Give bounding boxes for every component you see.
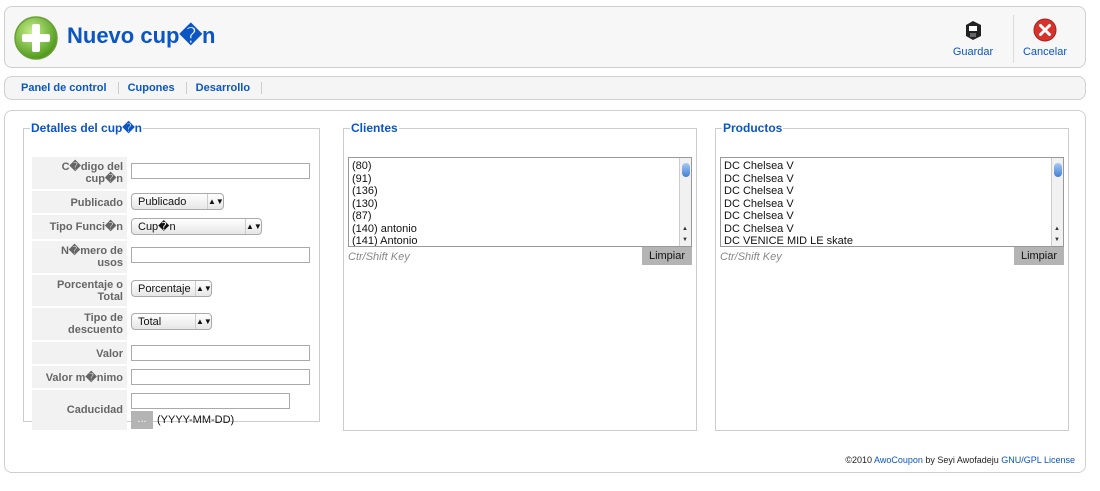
add-icon	[14, 16, 58, 60]
discount-type-select[interactable]: Total ▲▼	[131, 313, 212, 330]
expiry-label: Caducidad	[32, 390, 127, 430]
list-item[interactable]: DC Chelsea V	[724, 173, 1060, 186]
clients-fieldset: Clientes (80) (91) (136) (130) (87) (140…	[343, 121, 697, 431]
toolbar-divider	[1013, 15, 1014, 63]
list-item[interactable]: (140) antonio	[352, 223, 688, 236]
function-type-label: Tipo Funci�n	[32, 215, 127, 239]
clients-legend: Clientes	[351, 121, 398, 135]
cancel-icon	[1033, 18, 1057, 42]
discount-type-select-value: Total	[138, 315, 162, 328]
list-item[interactable]: (141) Antonio	[352, 235, 688, 246]
list-item[interactable]: DC Chelsea V	[724, 210, 1060, 223]
main-panel: Detalles del cup�n C�digo del cup�n Publ…	[4, 110, 1086, 473]
cancel-button[interactable]: Cancelar	[1019, 17, 1071, 58]
discount-type-label: Tipo de descuento	[32, 308, 127, 340]
list-item[interactable]: DC Chelsea V	[724, 185, 1060, 198]
submenu-control-panel[interactable]: Panel de control	[21, 82, 119, 94]
function-type-select-value: Cup�n	[138, 221, 176, 233]
list-item[interactable]: (87)	[352, 210, 688, 223]
select-arrows-icon: ▲▼	[207, 194, 224, 209]
page-title: Nuevo cup�n	[67, 23, 216, 48]
list-item[interactable]: DC Chelsea V	[724, 223, 1060, 236]
list-item[interactable]: (136)	[352, 185, 688, 198]
list-item[interactable]: (130)	[352, 198, 688, 211]
value-input[interactable]	[131, 345, 310, 361]
product-link[interactable]: AwoCoupon	[874, 455, 923, 465]
value-label: Valor	[32, 342, 127, 364]
list-item[interactable]: (91)	[352, 173, 688, 186]
coupon-details-fieldset: Detalles del cup�n C�digo del cup�n Publ…	[23, 121, 320, 430]
minimum-value-input[interactable]	[131, 369, 310, 385]
function-type-select[interactable]: Cup�n ▲▼	[131, 218, 262, 235]
percent-or-total-select-value: Porcentaje	[138, 282, 191, 295]
license-link[interactable]: GNU/GPL License	[1001, 455, 1075, 465]
scroll-down-icon[interactable]: ▼	[682, 234, 688, 246]
select-arrows-icon: ▲▼	[195, 281, 212, 296]
published-label: Publicado	[32, 191, 127, 213]
toolbar-header: Nuevo cup�n Guardar Cancelar	[4, 6, 1086, 68]
save-label: Guardar	[952, 46, 994, 58]
date-format-hint: (YYYY-MM-DD)	[157, 414, 235, 426]
number-of-uses-label: N�mero de usos	[32, 241, 127, 273]
details-legend: Detalles del cup�n	[31, 121, 142, 135]
list-item[interactable]: DC VENICE MID LE skate	[724, 235, 1060, 246]
footer-credits: ©2010 AwoCoupon by Seyi Awofadeju GNU/GP…	[845, 455, 1075, 465]
save-button[interactable]: Guardar	[949, 17, 997, 58]
products-scrollbar[interactable]: ▲ ▼	[1051, 158, 1063, 246]
submenu-bar: Panel de control Cupones Desarrollo	[4, 76, 1086, 100]
save-icon	[966, 21, 981, 40]
date-picker-button[interactable]: ...	[131, 411, 153, 429]
published-select-value: Publicado	[138, 195, 187, 208]
select-arrows-icon: ▲▼	[245, 219, 262, 234]
percent-or-total-label: Porcentaje o Total	[32, 275, 127, 306]
coupon-code-label: C�digo del cup�n	[32, 157, 127, 189]
products-fieldset: Productos DC Chelsea V DC Chelsea V DC C…	[715, 121, 1069, 431]
scroll-thumb[interactable]	[682, 163, 690, 177]
list-item[interactable]: DC Chelsea V	[724, 160, 1060, 173]
products-legend: Productos	[723, 121, 783, 135]
products-clear-button[interactable]: Limpiar	[1014, 247, 1064, 265]
expiry-date-input[interactable]	[131, 393, 290, 409]
footer-by: by Seyi Awofadeju	[922, 455, 1002, 465]
published-select[interactable]: Publicado ▲▼	[131, 193, 224, 210]
products-hint: Ctr/Shift Key	[720, 251, 782, 263]
clients-listbox[interactable]: (80) (91) (136) (130) (87) (140) antonio…	[348, 157, 692, 247]
clients-hint: Ctr/Shift Key	[348, 251, 410, 263]
products-listbox[interactable]: DC Chelsea V DC Chelsea V DC Chelsea V D…	[720, 157, 1064, 247]
cancel-label: Cancelar	[1022, 46, 1068, 58]
percent-or-total-select[interactable]: Porcentaje ▲▼	[131, 280, 212, 297]
list-item[interactable]: (80)	[352, 160, 688, 173]
list-item[interactable]: DC Chelsea V	[724, 198, 1060, 211]
minimum-value-label: Valor m�nimo	[32, 366, 127, 388]
submenu-coupons[interactable]: Cupones	[128, 82, 187, 94]
coupon-form: C�digo del cup�n Publicado Publicado ▲▼ T…	[32, 157, 310, 432]
submenu-development[interactable]: Desarrollo	[196, 82, 263, 94]
clients-clear-button[interactable]: Limpiar	[642, 247, 692, 265]
clients-scrollbar[interactable]: ▲ ▼	[679, 158, 691, 246]
footer-prefix: ©2010	[845, 455, 875, 465]
coupon-code-input[interactable]	[131, 163, 310, 179]
scroll-thumb[interactable]	[1054, 163, 1062, 177]
scroll-down-icon[interactable]: ▼	[1054, 234, 1060, 246]
number-of-uses-input[interactable]	[131, 247, 310, 263]
select-arrows-icon: ▲▼	[195, 314, 212, 329]
